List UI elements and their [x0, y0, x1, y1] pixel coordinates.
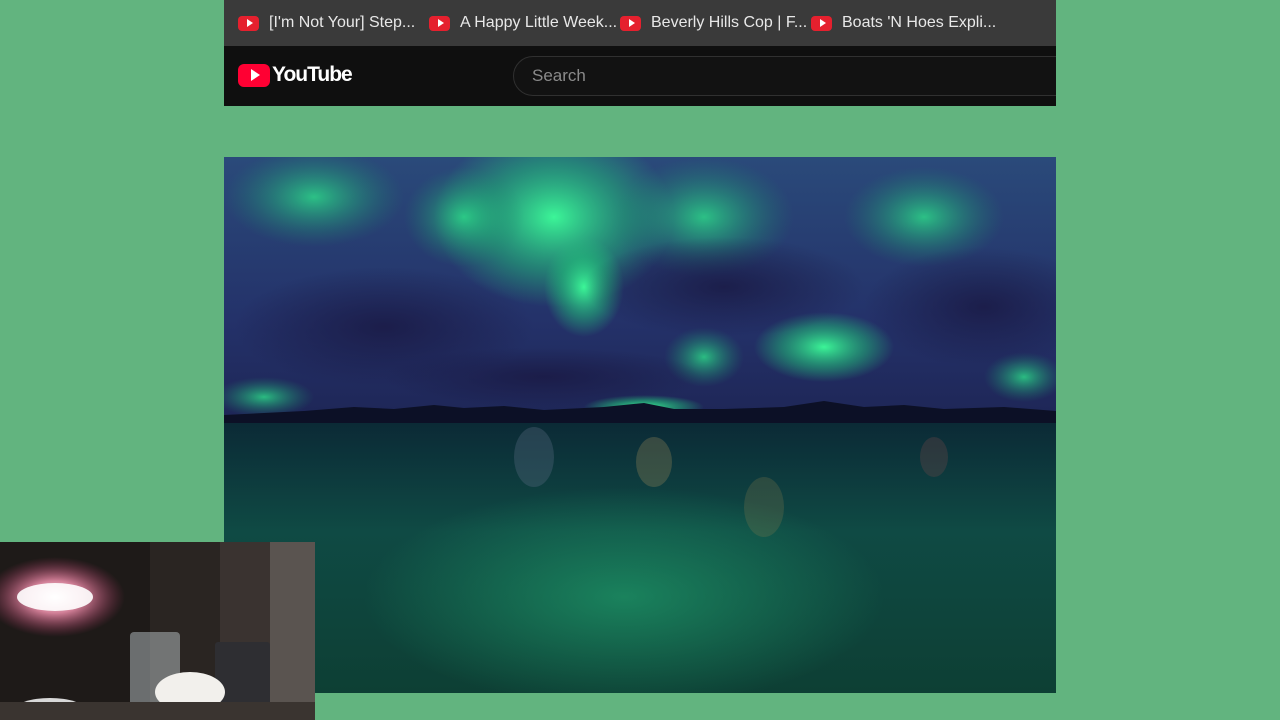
webcam-image [0, 542, 315, 720]
aurora-video-frame [224, 157, 1056, 693]
bookmark-label: Beverly Hills Cop | F... [651, 14, 808, 31]
youtube-logo-text: YouTube [272, 63, 353, 86]
youtube-icon [238, 15, 259, 31]
bookmark-2[interactable]: A Happy Little Week... [415, 0, 617, 46]
video-player[interactable] [224, 157, 1056, 693]
youtube-play-icon [238, 63, 270, 87]
bookmark-label: [I'm Not Your] Step... [269, 14, 416, 31]
youtube-icon [429, 15, 450, 31]
youtube-icon [620, 15, 641, 31]
youtube-logo[interactable]: YouTube [238, 63, 353, 87]
bookmarks-bar: [I'm Not Your] Step... A Happy Little We… [224, 0, 1056, 46]
bookmark-label: Boats 'N Hoes Expli... [842, 14, 997, 31]
bookmark-3[interactable]: Beverly Hills Cop | F... [606, 0, 807, 46]
search-box[interactable] [513, 56, 1056, 96]
webcam-overlay [0, 542, 315, 720]
browser-frame: [I'm Not Your] Step... A Happy Little We… [224, 0, 1056, 106]
youtube-icon [811, 15, 832, 31]
bookmark-1[interactable]: [I'm Not Your] Step... [224, 0, 415, 46]
bookmark-label: A Happy Little Week... [460, 14, 618, 31]
bookmark-4[interactable]: Boats 'N Hoes Expli... [797, 0, 996, 46]
youtube-header: YouTube [224, 46, 1056, 106]
search-input[interactable] [530, 65, 1056, 87]
